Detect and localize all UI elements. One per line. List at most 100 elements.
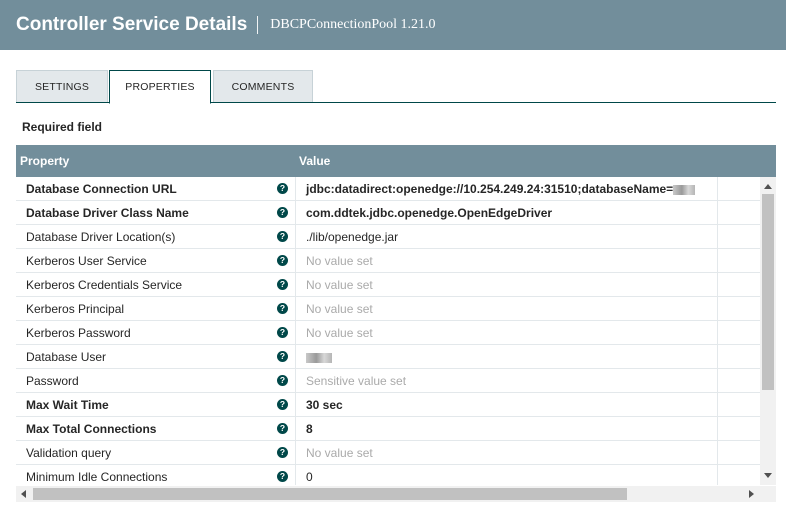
property-value-text: No value set	[306, 326, 373, 340]
property-cell: Kerberos Password?	[16, 321, 296, 345]
dialog-title: Controller Service Details	[16, 14, 248, 35]
scroll-right-icon[interactable]	[749, 490, 754, 498]
help-icon[interactable]: ?	[277, 183, 288, 194]
property-name: Minimum Idle Connections	[26, 470, 168, 484]
value-cell[interactable]: No value set	[297, 249, 718, 273]
horizontal-scrollbar[interactable]	[16, 486, 776, 502]
property-value: No value set	[306, 254, 373, 268]
property-value-text: 0	[306, 470, 313, 484]
redacted-value	[306, 352, 332, 363]
properties-table: Property Value Database Connection URL? j…	[16, 145, 776, 502]
table-row[interactable]: Kerberos User Service? No value set	[16, 249, 760, 273]
property-cell: Max Wait Time?	[16, 393, 296, 417]
table-row[interactable]: Minimum Idle Connections? 0	[16, 465, 760, 485]
tab-properties[interactable]: PROPERTIES	[109, 70, 211, 104]
property-cell: Database Driver Class Name?	[16, 201, 296, 225]
property-cell: Kerberos Principal?	[16, 297, 296, 321]
help-icon[interactable]: ?	[277, 279, 288, 290]
property-name: Kerberos Credentials Service	[26, 278, 183, 292]
property-name: Database User	[26, 350, 107, 364]
column-header-property[interactable]: Property	[20, 154, 69, 168]
value-cell[interactable]: No value set	[297, 441, 718, 465]
property-value-text: No value set	[306, 278, 373, 292]
table-row[interactable]: Database Driver Location(s)? ./lib/opened…	[16, 225, 760, 249]
help-icon[interactable]: ?	[277, 231, 288, 242]
property-cell: Database Driver Location(s)?	[16, 225, 296, 249]
value-cell[interactable]: 30 sec	[297, 393, 718, 417]
property-name: Password	[26, 374, 79, 388]
help-icon[interactable]: ?	[277, 327, 288, 338]
value-cell[interactable]: Sensitive value set	[297, 369, 718, 393]
help-icon[interactable]: ?	[277, 447, 288, 458]
table-row[interactable]: Database User?	[16, 345, 760, 369]
property-value-text: Sensitive value set	[306, 374, 407, 388]
value-cell[interactable]: jdbc:datadirect:openedge://10.254.249.24…	[297, 177, 718, 201]
property-cell: Kerberos User Service?	[16, 249, 296, 273]
value-cell[interactable]: 8	[297, 417, 718, 441]
required-field-note: Required field	[22, 120, 103, 134]
property-value-text: No value set	[306, 254, 373, 268]
column-header-value[interactable]: Value	[299, 154, 330, 168]
property-name: Kerberos Principal	[26, 302, 125, 316]
property-value-text: jdbc:datadirect:openedge://10.254.249.24…	[306, 182, 674, 196]
property-value: No value set	[306, 278, 373, 292]
tab-settings[interactable]: SETTINGS	[16, 70, 108, 102]
value-cell[interactable]: com.ddtek.jdbc.openedge.OpenEdgeDriver	[297, 201, 718, 225]
help-icon[interactable]: ?	[277, 255, 288, 266]
help-icon[interactable]: ?	[277, 375, 288, 386]
value-cell[interactable]: No value set	[297, 273, 718, 297]
vertical-scrollbar[interactable]	[760, 177, 776, 485]
property-value: Sensitive value set	[306, 374, 406, 388]
property-value-text: No value set	[306, 302, 373, 316]
scroll-down-icon[interactable]	[764, 473, 772, 478]
table-header: Property Value	[16, 145, 776, 177]
property-value-text: No value set	[306, 446, 373, 460]
value-cell[interactable]: ./lib/openedge.jar	[297, 225, 718, 249]
property-value: 30 sec	[306, 398, 343, 412]
property-value: No value set	[306, 446, 373, 460]
property-value: ./lib/openedge.jar	[306, 230, 398, 244]
property-cell: Kerberos Credentials Service?	[16, 273, 296, 297]
table-row[interactable]: Password? Sensitive value set	[16, 369, 760, 393]
property-value: No value set	[306, 302, 373, 316]
value-cell[interactable]: 0	[297, 465, 718, 485]
service-type-label: DBCPConnectionPool 1.21.0	[270, 17, 436, 32]
help-icon[interactable]: ?	[277, 423, 288, 434]
value-cell[interactable]: No value set	[297, 321, 718, 345]
table-row[interactable]: Max Wait Time? 30 sec	[16, 393, 760, 417]
table-row[interactable]: Database Connection URL? jdbc:datadirect:…	[16, 177, 760, 201]
tab-comments[interactable]: COMMENTS	[213, 70, 313, 102]
table-row[interactable]: Kerberos Credentials Service? No value se…	[16, 273, 760, 297]
table-row[interactable]: Validation query? No value set	[16, 441, 760, 465]
property-name: Kerberos User Service	[26, 254, 147, 268]
table-row[interactable]: Database Driver Class Name? com.ddtek.jdb…	[16, 201, 760, 225]
table-body: Database Connection URL? jdbc:datadirect:…	[16, 177, 760, 485]
scroll-left-icon[interactable]	[21, 490, 26, 498]
property-value: 8	[306, 422, 313, 436]
help-icon[interactable]: ?	[277, 351, 288, 362]
value-cell[interactable]	[297, 345, 718, 369]
property-cell: Validation query?	[16, 441, 296, 465]
title-divider	[257, 16, 259, 34]
horizontal-scroll-thumb[interactable]	[33, 488, 627, 500]
table-row[interactable]: Kerberos Principal? No value set	[16, 297, 760, 321]
property-value: No value set	[306, 326, 373, 340]
property-name: Max Wait Time	[26, 398, 109, 412]
table-row[interactable]: Kerberos Password? No value set	[16, 321, 760, 345]
property-value-text: 8	[306, 422, 313, 436]
scroll-up-icon[interactable]	[764, 184, 772, 189]
table-row[interactable]: Max Total Connections? 8	[16, 417, 760, 441]
property-value: jdbc:datadirect:openedge://10.254.249.24…	[306, 182, 696, 196]
help-icon[interactable]: ?	[277, 471, 288, 482]
redacted-value	[673, 184, 696, 195]
tab-bar: SETTINGS PROPERTIES COMMENTS	[16, 70, 776, 104]
help-icon[interactable]: ?	[277, 303, 288, 314]
help-icon[interactable]: ?	[277, 399, 288, 410]
vertical-scroll-thumb[interactable]	[762, 194, 774, 390]
property-value: 0	[306, 470, 313, 484]
property-name: Database Driver Class Name	[26, 206, 189, 220]
value-cell[interactable]: No value set	[297, 297, 718, 321]
help-icon[interactable]: ?	[277, 207, 288, 218]
property-value-text: ./lib/openedge.jar	[306, 230, 399, 244]
property-name: Validation query	[26, 446, 112, 460]
